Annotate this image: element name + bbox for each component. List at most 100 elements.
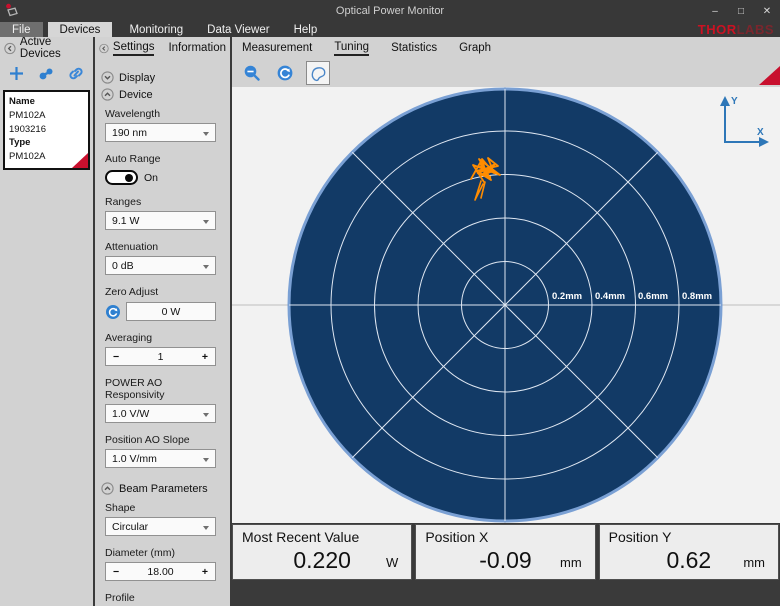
section-device-label: Device bbox=[119, 89, 153, 101]
tab-statistics[interactable]: Statistics bbox=[391, 42, 437, 54]
main-tab-bar: Measurement Tuning Statistics Graph bbox=[232, 37, 780, 59]
averaging-stepper: − 1 + bbox=[105, 347, 216, 366]
maximize-button[interactable]: □ bbox=[728, 0, 754, 22]
menu-bar: File Devices Monitoring Data Viewer Help… bbox=[0, 22, 780, 37]
ring-label-08: 0.8mm bbox=[682, 291, 712, 302]
auto-range-label: Auto Range bbox=[105, 153, 216, 165]
zoom-out-button[interactable] bbox=[240, 61, 264, 85]
dropdown-arrow-icon bbox=[203, 132, 209, 136]
readout-value: 0.220 bbox=[233, 547, 411, 574]
minimize-button[interactable]: – bbox=[702, 0, 728, 22]
diameter-stepper: − 18.00 + bbox=[105, 562, 216, 581]
auto-range-toggle[interactable] bbox=[105, 170, 138, 185]
attenuation-value: 0 dB bbox=[112, 260, 134, 272]
wavelength-select[interactable]: 190 nm bbox=[105, 123, 216, 142]
ranges-label: Ranges bbox=[105, 196, 216, 208]
tab-measurement[interactable]: Measurement bbox=[242, 42, 312, 54]
logo-labs: LABS bbox=[737, 22, 774, 37]
chevron-up-circle-icon bbox=[101, 482, 114, 495]
diameter-increment[interactable]: + bbox=[202, 566, 208, 578]
tab-settings[interactable]: Settings bbox=[113, 41, 155, 56]
power-ao-label: POWER AO Responsivity bbox=[105, 377, 216, 401]
ring-label-06: 0.6mm bbox=[638, 291, 668, 302]
link-device-icon[interactable] bbox=[67, 66, 85, 81]
menu-monitoring[interactable]: Monitoring bbox=[117, 22, 195, 37]
active-devices-panel: Active Devices bbox=[0, 37, 93, 606]
lasso-select-button[interactable] bbox=[306, 61, 330, 85]
averaging-value: 1 bbox=[158, 351, 164, 363]
device-name: PM102A 1903216 bbox=[9, 110, 46, 135]
diameter-value: 18.00 bbox=[147, 566, 173, 578]
menu-data-viewer[interactable]: Data Viewer bbox=[195, 22, 281, 37]
dropdown-arrow-icon bbox=[203, 526, 209, 530]
position-ao-select[interactable]: 1.0 V/mm bbox=[105, 449, 216, 468]
thorlabs-logo: THORLABS bbox=[698, 22, 780, 37]
wavelength-value: 190 nm bbox=[112, 127, 147, 139]
beam-position-plot[interactable]: 0.2mm 0.4mm 0.6mm 0.8mm bbox=[232, 87, 780, 523]
menu-file[interactable]: File bbox=[0, 22, 43, 37]
section-display[interactable]: Display bbox=[101, 71, 216, 84]
averaging-decrement[interactable]: − bbox=[113, 351, 119, 363]
readout-label: Position X bbox=[416, 525, 594, 545]
axis-indicator: Y X bbox=[720, 96, 769, 147]
axis-label-x: X bbox=[757, 127, 764, 138]
content-region: Active Devices bbox=[0, 37, 780, 606]
tab-graph[interactable]: Graph bbox=[459, 42, 491, 54]
device-type-label: Type bbox=[9, 137, 30, 148]
attenuation-label: Attenuation bbox=[105, 241, 216, 253]
averaging-increment[interactable]: + bbox=[202, 351, 208, 363]
device-card[interactable]: Name PM102A 1903216 Type PM102A bbox=[3, 90, 90, 170]
collapse-left-icon[interactable] bbox=[99, 42, 109, 55]
reset-view-button[interactable] bbox=[273, 61, 297, 85]
section-beam-parameters[interactable]: Beam Parameters bbox=[101, 482, 216, 495]
ring-label-02: 0.2mm bbox=[552, 291, 582, 302]
section-device[interactable]: Device bbox=[101, 88, 216, 101]
zero-adjust-refresh-icon[interactable] bbox=[105, 304, 121, 320]
app-window: Optical Power Monitor – □ ✕ File Devices… bbox=[0, 0, 780, 606]
zoom-out-icon bbox=[243, 64, 261, 82]
close-button[interactable]: ✕ bbox=[754, 0, 780, 22]
shape-value: Circular bbox=[112, 521, 148, 533]
tab-tuning[interactable]: Tuning bbox=[334, 41, 369, 56]
attenuation-select[interactable]: 0 dB bbox=[105, 256, 216, 275]
chevron-down-circle-icon bbox=[101, 71, 114, 84]
main-panel: Measurement Tuning Statistics Graph bbox=[232, 37, 780, 606]
device-alert-corner bbox=[72, 153, 88, 168]
polar-grid bbox=[289, 89, 721, 521]
readout-most-recent: Most Recent Value 0.220 W bbox=[232, 524, 412, 580]
tab-information[interactable]: Information bbox=[168, 42, 226, 54]
readout-unit: mm bbox=[560, 555, 582, 570]
readout-unit: mm bbox=[743, 555, 765, 570]
menu-help[interactable]: Help bbox=[282, 22, 330, 37]
menu-devices[interactable]: Devices bbox=[48, 22, 113, 37]
diameter-decrement[interactable]: − bbox=[113, 566, 119, 578]
plot-toolbar bbox=[232, 59, 780, 87]
readout-position-x: Position X -0.09 mm bbox=[415, 524, 595, 580]
device-type: PM102A bbox=[9, 151, 45, 162]
power-ao-select[interactable]: 1.0 V/W bbox=[105, 404, 216, 423]
readout-label: Most Recent Value bbox=[233, 525, 411, 545]
profile-label: Profile bbox=[105, 592, 216, 604]
dropdown-arrow-icon bbox=[203, 220, 209, 224]
power-ao-value: 1.0 V/W bbox=[112, 408, 149, 420]
averaging-label: Averaging bbox=[105, 332, 216, 344]
position-ao-value: 1.0 V/mm bbox=[112, 453, 157, 465]
auto-range-state: On bbox=[144, 172, 158, 184]
position-ao-label: Position AO Slope bbox=[105, 434, 216, 446]
diameter-label: Diameter (mm) bbox=[105, 547, 216, 559]
title-bar: Optical Power Monitor – □ ✕ bbox=[0, 0, 780, 22]
settings-header: Settings Information bbox=[95, 37, 230, 59]
dropdown-arrow-icon bbox=[203, 458, 209, 462]
shape-select[interactable]: Circular bbox=[105, 517, 216, 536]
readout-position-y: Position Y 0.62 mm bbox=[599, 524, 779, 580]
pair-devices-icon[interactable] bbox=[37, 66, 55, 82]
collapse-left-icon[interactable] bbox=[4, 42, 16, 55]
toggle-knob bbox=[125, 174, 133, 182]
wavelength-label: Wavelength bbox=[105, 108, 216, 120]
ranges-select[interactable]: 9.1 W bbox=[105, 211, 216, 230]
add-device-icon[interactable] bbox=[8, 65, 25, 82]
window-controls: – □ ✕ bbox=[702, 0, 780, 22]
readout-unit: W bbox=[386, 555, 398, 570]
zero-adjust-row: 0 W bbox=[105, 302, 216, 321]
zero-adjust-field[interactable]: 0 W bbox=[126, 302, 216, 321]
